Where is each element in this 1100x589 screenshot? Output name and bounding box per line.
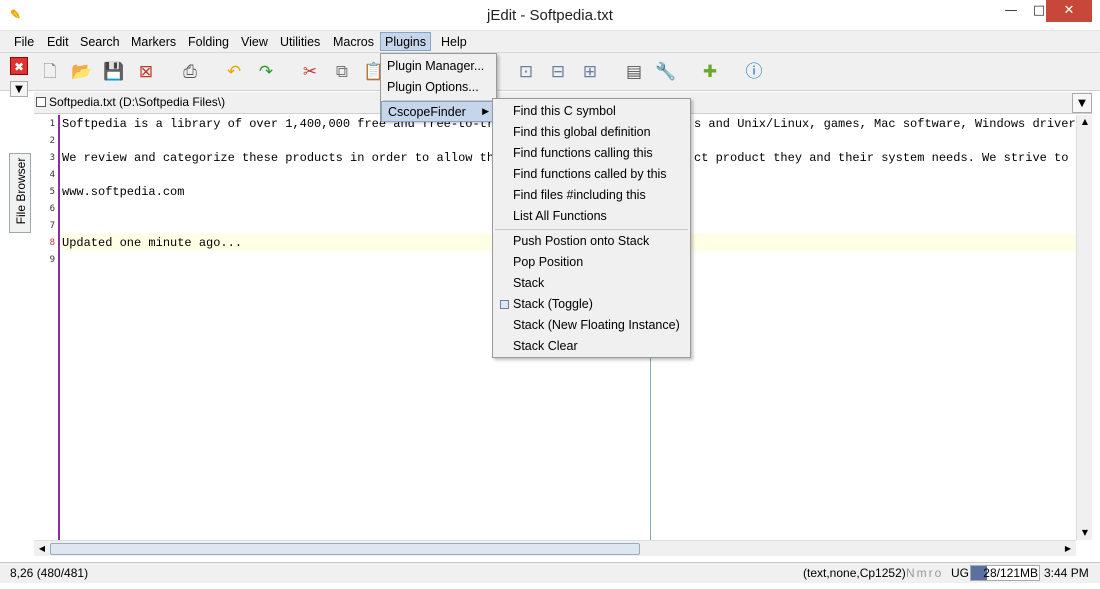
memory-text: 28/121MB [983, 566, 1038, 580]
buffer-mode[interactable]: (text,none,Cp1252) [803, 566, 906, 580]
memory-indicator[interactable]: 28/121MB [970, 565, 1040, 581]
window-title: jEdit - Softpedia.txt [487, 7, 613, 24]
scroll-up-icon[interactable]: ▲ [1077, 115, 1093, 129]
buffer-dropdown-button[interactable]: ▼ [1072, 93, 1092, 113]
unsplit-icon[interactable]: ⊞ [578, 60, 602, 84]
dock-close-button[interactable]: ✖ [10, 57, 28, 75]
menu-item-push-position[interactable]: Push Postion onto Stack [493, 231, 690, 252]
scroll-down-icon[interactable]: ▼ [1077, 526, 1093, 540]
menu-search[interactable]: Search [76, 33, 124, 52]
menu-item-stack-new-floating[interactable]: Stack (New Floating Instance) [493, 315, 690, 336]
code-line-continued: s and Unix/Linux, games, Mac software, W… [694, 117, 1076, 131]
undo-icon[interactable]: ↶ [222, 60, 246, 84]
caret-position[interactable]: 8,26 (480/481) [10, 566, 88, 580]
status-bar: 8,26 (480/481) (text,none,Cp1252) Nmro U… [0, 562, 1100, 583]
line-number-current: 8 [49, 238, 55, 248]
line-number: 9 [49, 255, 55, 265]
buffer-options-icon[interactable]: ▤ [622, 60, 646, 84]
code-line: www.softpedia.com [62, 185, 185, 199]
menu-utilities[interactable]: Utilities [276, 33, 324, 52]
cscopefinder-label: CscopeFinder [388, 105, 466, 119]
split-vertical-icon[interactable]: ⊟ [546, 60, 570, 84]
menu-edit[interactable]: Edit [43, 33, 73, 52]
dock-menu-button[interactable]: ▼ [10, 81, 28, 97]
encoding-indicator[interactable]: UG [951, 566, 969, 580]
line-number: 7 [49, 221, 55, 231]
menu-item-stack[interactable]: Stack [493, 273, 690, 294]
redo-icon[interactable]: ↷ [254, 60, 278, 84]
scroll-right-icon[interactable]: ▶ [1060, 541, 1076, 557]
clock: 3:44 PM [1044, 566, 1089, 580]
line-gutter[interactable]: 1 2 3 4 5 6 7 8 9 [34, 115, 60, 540]
edit-flags[interactable]: Nmro [906, 566, 943, 580]
submenu-arrow-icon: ▶ [482, 107, 489, 117]
menu-item-plugin-manager[interactable]: Plugin Manager... [381, 56, 496, 77]
file-browser-tab-label: File Browser [14, 157, 28, 225]
title-bar: ✎ jEdit - Softpedia.txt — □ ✕ [0, 0, 1100, 31]
code-line-continued: ct product they and their system needs. … [694, 151, 1076, 165]
toolbar: 🗋 📂 💾 ⊠ ⎙ ↶ ↷ ✂ ⧉ 📋 ⊡ ⊟ ⊞ ▤ 🔧 ✚ ⓘ [0, 53, 1100, 91]
open-file-icon[interactable]: 📂 [70, 60, 94, 84]
menu-item-find-c-symbol[interactable]: Find this C symbol [493, 101, 690, 122]
line-number: 5 [49, 187, 55, 197]
file-browser-tab[interactable]: File Browser [9, 153, 31, 233]
code-line: Updated one minute ago... [62, 236, 243, 250]
line-number: 2 [49, 136, 55, 146]
menu-help[interactable]: Help [437, 33, 471, 52]
menu-item-find-functions-called-by[interactable]: Find functions called by this [493, 164, 690, 185]
menu-item-plugin-options[interactable]: Plugin Options... [381, 77, 496, 98]
line-number: 6 [49, 204, 55, 214]
print-icon[interactable]: ⎙ [178, 60, 202, 84]
menu-view[interactable]: View [237, 33, 272, 52]
code-line: We review and categorize these products … [62, 151, 502, 165]
new-file-icon[interactable]: 🗋 [38, 60, 62, 84]
buffer-status-icon [36, 97, 46, 107]
menu-folding[interactable]: Folding [184, 33, 233, 52]
help-icon[interactable]: ⓘ [742, 60, 766, 84]
save-icon[interactable]: 💾 [102, 60, 126, 84]
vertical-scrollbar[interactable]: ▲ ▼ [1076, 115, 1092, 540]
buffer-title[interactable]: Softpedia.txt (D:\Softpedia Files\) [49, 95, 225, 109]
menu-plugins[interactable]: Plugins [380, 32, 431, 51]
cscope-submenu: Find this C symbol Find this global defi… [492, 98, 691, 358]
plugin-manager-icon[interactable]: ✚ [698, 60, 722, 84]
menu-item-pop-position[interactable]: Pop Position [493, 252, 690, 273]
menu-item-find-global-definition[interactable]: Find this global definition [493, 122, 690, 143]
global-options-icon[interactable]: 🔧 [654, 60, 678, 84]
copy-icon[interactable]: ⧉ [330, 60, 354, 84]
menu-macros[interactable]: Macros [329, 33, 378, 52]
close-file-icon[interactable]: ⊠ [134, 60, 158, 84]
menu-bar: File Edit Search Markers Folding View Ut… [0, 31, 1100, 53]
line-number: 1 [49, 119, 55, 129]
menu-item-cscopefinder[interactable]: CscopeFinder ▶ [381, 101, 496, 122]
menu-markers[interactable]: Markers [127, 33, 180, 52]
minimize-button[interactable]: — [996, 0, 1026, 22]
horizontal-scroll-thumb[interactable] [50, 543, 640, 555]
split-horizontal-icon[interactable]: ⊡ [514, 60, 538, 84]
menu-separator [495, 229, 688, 230]
menu-item-stack-toggle[interactable]: Stack (Toggle) [493, 294, 690, 315]
line-number: 4 [49, 170, 55, 180]
side-dock: ✖ ▼ File Browser [6, 53, 32, 583]
menu-item-find-files-including[interactable]: Find files #including this [493, 185, 690, 206]
cut-icon[interactable]: ✂ [298, 60, 322, 84]
close-window-button[interactable]: ✕ [1046, 0, 1092, 22]
menu-item-stack-clear[interactable]: Stack Clear [493, 336, 690, 357]
menu-item-list-all-functions[interactable]: List All Functions [493, 206, 690, 227]
stack-toggle-label: Stack (Toggle) [513, 297, 593, 311]
checkbox-icon [500, 300, 509, 309]
plugins-menu: Plugin Manager... Plugin Options... Csco… [380, 53, 497, 122]
line-number: 3 [49, 153, 55, 163]
menu-item-find-functions-calling[interactable]: Find functions calling this [493, 143, 690, 164]
menu-file[interactable]: File [10, 33, 38, 52]
scroll-left-icon[interactable]: ◀ [34, 541, 50, 557]
horizontal-scrollbar[interactable]: ◀ ▶ [34, 540, 1076, 556]
